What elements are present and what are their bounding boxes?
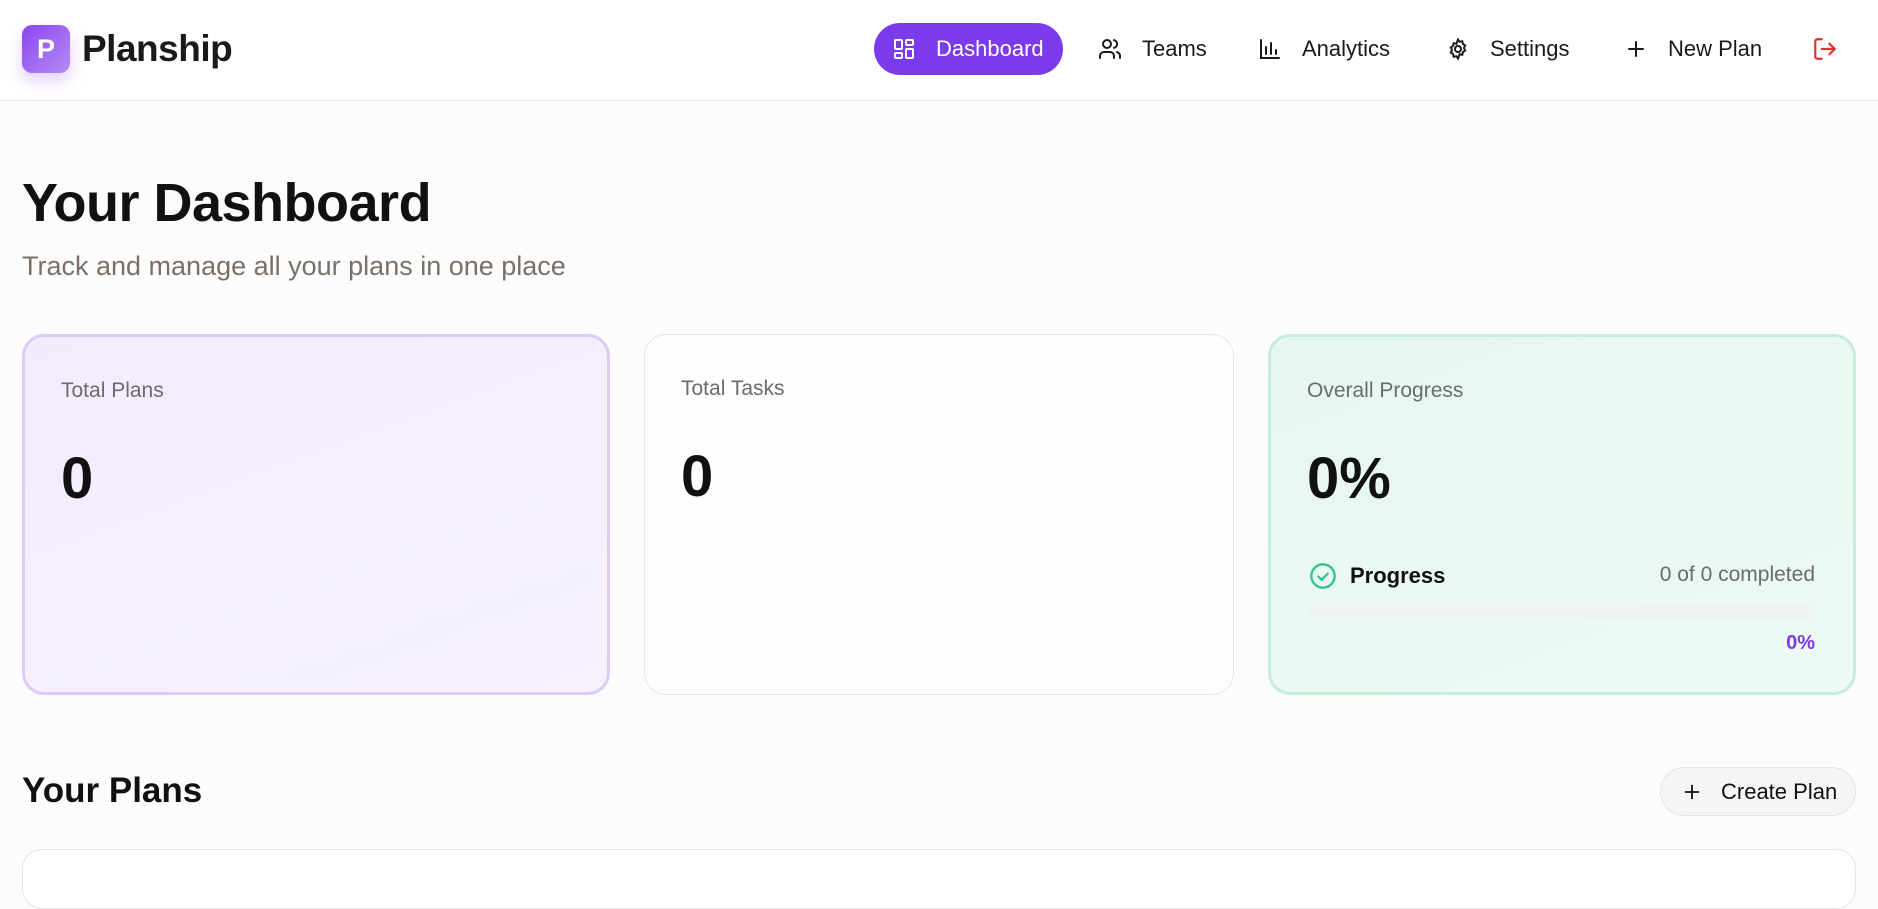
dashboard-grid-icon bbox=[894, 39, 914, 59]
create-plan-label: Create Plan bbox=[1721, 778, 1838, 804]
progress-label: Progress bbox=[1350, 563, 1446, 588]
total-tasks-card: Total Tasks 0 bbox=[644, 334, 1234, 695]
nav-label: Settings bbox=[1490, 36, 1570, 61]
brand-initial: P bbox=[36, 33, 55, 64]
progress-count: 0 of 0 completed bbox=[1659, 563, 1815, 586]
top-nav-bar: P Planship Dashboard Teams Analytics Set… bbox=[0, 0, 1878, 101]
nav-item-analytics[interactable]: Analytics bbox=[1258, 23, 1390, 75]
nav-label: Teams bbox=[1142, 36, 1207, 61]
nav-item-new-plan[interactable]: New Plan bbox=[1624, 23, 1762, 75]
stat-label: Total Tasks bbox=[681, 377, 785, 400]
progress-row: Progress 0 of 0 completed bbox=[1309, 561, 1815, 591]
bar-chart-icon bbox=[1260, 39, 1280, 59]
users-icon bbox=[1099, 39, 1122, 59]
nav-item-teams[interactable]: Teams bbox=[1098, 23, 1207, 75]
logout-icon[interactable] bbox=[1812, 36, 1838, 62]
nav-label: Dashboard bbox=[936, 36, 1044, 61]
stat-value: 0 bbox=[681, 444, 714, 509]
progress-percent: 0% bbox=[1786, 632, 1815, 654]
stat-value: 0% bbox=[1307, 446, 1391, 511]
nav-label: New Plan bbox=[1668, 36, 1763, 61]
stat-label: Total Plans bbox=[61, 379, 164, 402]
page-subtitle: Track and manage all your plans in one p… bbox=[22, 251, 566, 281]
check-circle-icon bbox=[1310, 563, 1336, 589]
nav-label: Analytics bbox=[1302, 36, 1391, 61]
plans-section-title: Your Plans bbox=[22, 771, 203, 810]
total-plans-card: Total Plans 0 bbox=[22, 334, 610, 695]
nav-item-dashboard[interactable]: Dashboard bbox=[874, 23, 1063, 75]
plus-icon bbox=[1628, 41, 1644, 57]
progress-bar bbox=[1309, 605, 1815, 619]
create-plan-button[interactable]: Create Plan bbox=[1660, 767, 1856, 816]
gear-icon bbox=[1449, 37, 1467, 61]
nav-item-settings[interactable]: Settings bbox=[1446, 23, 1570, 75]
brand-logo[interactable]: P bbox=[22, 25, 70, 73]
stat-value: 0 bbox=[61, 446, 94, 511]
plans-list-panel bbox=[22, 849, 1856, 909]
stat-label: Overall Progress bbox=[1307, 379, 1464, 402]
page-title: Your Dashboard bbox=[22, 173, 432, 233]
brand-name[interactable]: Planship bbox=[82, 28, 233, 70]
overall-progress-card: Overall Progress 0% Progress 0 of 0 comp… bbox=[1268, 334, 1856, 695]
plus-icon bbox=[1684, 784, 1700, 799]
